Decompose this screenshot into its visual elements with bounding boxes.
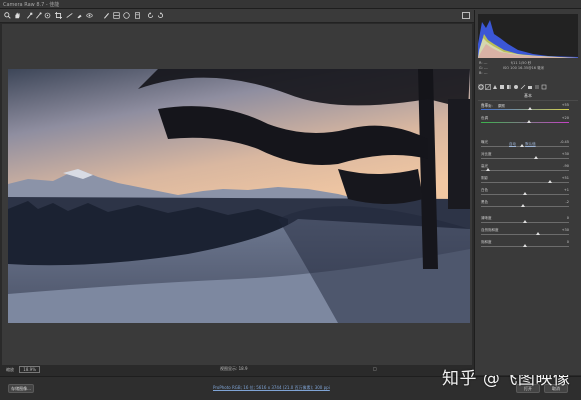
slider-label: 黑色	[481, 200, 488, 204]
zoom-level-select[interactable]: 18.9%	[19, 366, 40, 373]
slider-label: 曝光	[481, 140, 488, 144]
lens-corrections-tab-icon[interactable]	[513, 84, 519, 90]
hand-icon[interactable]	[14, 12, 21, 19]
slider-track[interactable]	[481, 158, 569, 159]
adjustments-panel: R: --- f/11 1/50 秒 G: --- ISO 100 16-35@…	[474, 10, 581, 375]
slider-thumb[interactable]	[523, 220, 527, 223]
targeted-adjustment-icon[interactable]	[44, 12, 51, 19]
slider-track[interactable]	[481, 234, 569, 235]
slider-value[interactable]: 0	[567, 240, 569, 244]
slider-thumb[interactable]	[486, 168, 491, 171]
presets-tab-icon[interactable]	[534, 84, 540, 90]
hsl-tab-icon[interactable]	[499, 84, 505, 90]
detail-tab-icon[interactable]	[492, 84, 498, 90]
split-toning-tab-icon[interactable]	[506, 84, 512, 90]
slider-value[interactable]: -90	[563, 164, 569, 168]
slider-value[interactable]: -2	[566, 200, 570, 204]
slider-value[interactable]: +30	[562, 152, 569, 156]
slider-row[interactable]: 阴影 +51	[481, 176, 577, 186]
slider-track[interactable]	[481, 182, 569, 183]
slider-label: 自然饱和度	[481, 228, 499, 232]
slider-thumb[interactable]	[528, 107, 533, 110]
slider-row[interactable]: 对比度 +30	[481, 152, 577, 162]
spot-removal-icon[interactable]	[76, 12, 83, 19]
slider-row[interactable]: 色温 +55	[481, 103, 577, 113]
histogram	[478, 14, 578, 58]
crop-icon[interactable]	[55, 12, 62, 19]
slider-thumb[interactable]	[547, 180, 552, 183]
slider-track[interactable]	[481, 170, 569, 171]
radial-filter-icon[interactable]	[123, 12, 130, 19]
slider-label: 色调	[481, 116, 488, 120]
slider-row[interactable]: 白色 +1	[481, 188, 577, 198]
slider-thumb[interactable]	[523, 192, 527, 195]
basic-tab-icon[interactable]	[478, 84, 484, 90]
slider-row[interactable]: 黑色 -2	[481, 200, 577, 210]
auto-default-links: 自动 默认值	[509, 142, 544, 147]
slider-thumb[interactable]	[521, 204, 526, 207]
zoom-icon[interactable]	[4, 12, 11, 19]
window-title: Camera Raw 8.7 - 佳能	[3, 2, 60, 8]
red-eye-icon[interactable]	[86, 12, 93, 19]
workflow-options-link[interactable]: ProPhoto RGB; 16 位; 5616 x 3744 (21.0 百万…	[213, 385, 330, 391]
section-title: 基本	[478, 93, 578, 101]
slider-label: 色温	[481, 103, 488, 107]
panel-tabs	[478, 84, 578, 91]
tone-curve-tab-icon[interactable]	[485, 84, 491, 90]
slider-value[interactable]: -0.45	[560, 140, 569, 144]
slider-thumb[interactable]	[533, 156, 538, 159]
slider-value[interactable]: +20	[562, 116, 569, 120]
slider-row[interactable]: 色调 +20	[481, 116, 577, 126]
rotate-right-icon[interactable]	[157, 12, 164, 19]
slider-value[interactable]: +55	[562, 103, 569, 107]
slider-value[interactable]: 0	[567, 216, 569, 220]
slider-track[interactable]	[481, 109, 569, 110]
graduated-filter-icon[interactable]	[113, 12, 120, 19]
slider-row[interactable]: 高光 -90	[481, 164, 577, 174]
photo-preview[interactable]	[8, 69, 470, 323]
slider-row[interactable]: 饱和度 0	[481, 240, 577, 250]
preferences-icon[interactable]	[134, 12, 141, 19]
slider-thumb[interactable]	[523, 244, 527, 247]
white-balance-icon[interactable]	[26, 12, 33, 19]
snapshots-tab-icon[interactable]	[541, 84, 547, 90]
rotate-left-icon[interactable]	[147, 12, 154, 19]
camera-readouts: R: --- f/11 1/50 秒 G: --- ISO 100 16-35@…	[479, 61, 579, 76]
auto-link[interactable]: 自动	[509, 142, 516, 146]
save-image-button[interactable]: 存储图像...	[8, 384, 34, 393]
adjustment-brush-icon[interactable]	[103, 12, 110, 19]
slider-value[interactable]: +51	[562, 176, 569, 180]
effects-tab-icon[interactable]	[520, 84, 526, 90]
slider-value[interactable]: +1	[564, 188, 569, 192]
slider-label: 饱和度	[481, 240, 492, 244]
color-sampler-icon[interactable]	[35, 12, 42, 19]
slider-label: 清晰度	[481, 216, 492, 220]
camera-calibration-tab-icon[interactable]	[527, 84, 533, 90]
readout-row: B: ---	[479, 71, 488, 75]
slider-label: 阴影	[481, 176, 488, 180]
straighten-icon[interactable]	[66, 12, 73, 19]
slider-value[interactable]: +30	[562, 228, 569, 232]
title-bar: Camera Raw 8.7 - 佳能	[0, 0, 581, 9]
zoom-label: 缩放	[6, 367, 14, 372]
slider-label: 白色	[481, 188, 488, 192]
slider-thumb[interactable]	[536, 232, 541, 235]
default-link[interactable]: 默认值	[525, 142, 536, 146]
fullscreen-toggle-button[interactable]	[462, 12, 470, 19]
view-info: 视图显示: 18.9	[220, 366, 248, 371]
slider-track[interactable]	[481, 122, 569, 123]
slider-row[interactable]: 自然饱和度 +30	[481, 228, 577, 238]
slider-row[interactable]: 清晰度 0	[481, 216, 577, 226]
compare-toggle[interactable]: □	[373, 366, 377, 371]
slider-label: 对比度	[481, 152, 492, 156]
slider-thumb[interactable]	[526, 120, 531, 123]
zoom-control[interactable]: 缩放 18.9%	[6, 366, 40, 373]
